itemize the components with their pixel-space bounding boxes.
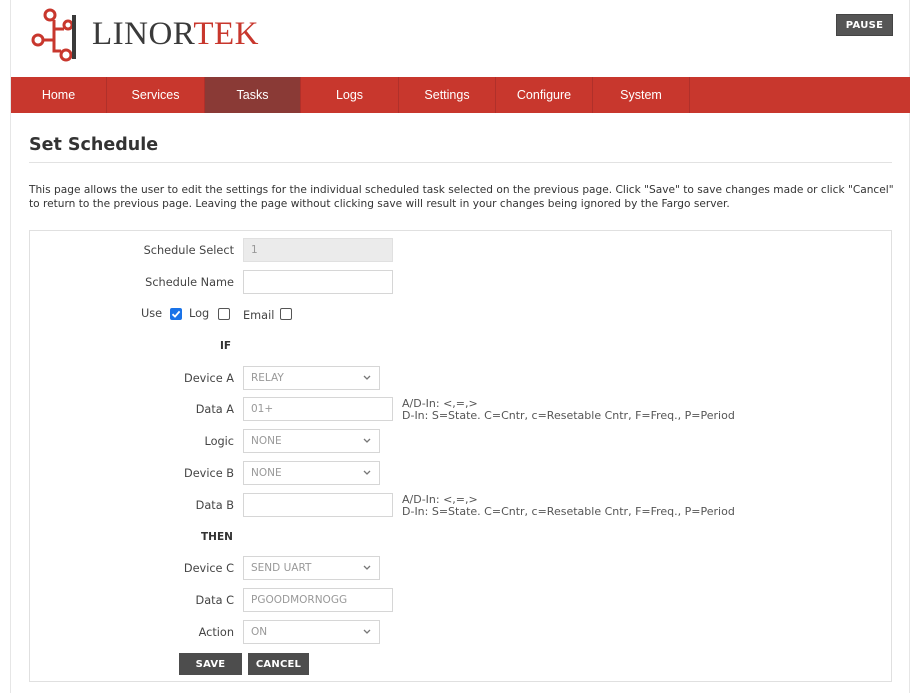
data-a-input[interactable]: 01+ — [243, 397, 393, 421]
brand-logo[interactable]: LINORTEK — [28, 5, 259, 63]
cancel-button[interactable]: CANCEL — [248, 653, 309, 675]
device-b-label: Device B — [184, 467, 234, 480]
data-a-label: Data A — [195, 403, 234, 416]
data-c-label: Data C — [195, 594, 234, 607]
data-b-label: Data B — [195, 499, 234, 512]
logic-select[interactable]: NONE — [243, 429, 380, 453]
log-label: Log — [189, 307, 210, 320]
check-icon — [171, 310, 181, 318]
schedule-select-label: Schedule Select — [143, 244, 234, 257]
chevron-down-icon — [363, 565, 371, 570]
nav-settings[interactable]: Settings — [399, 77, 496, 113]
device-a-value: RELAY — [251, 372, 284, 384]
action-value: ON — [251, 626, 268, 638]
nav-tasks[interactable]: Tasks — [205, 77, 301, 113]
action-select[interactable]: ON — [243, 620, 380, 644]
if-section-label: IF — [220, 340, 232, 352]
nav-logs[interactable]: Logs — [301, 77, 399, 113]
device-b-select[interactable]: NONE — [243, 461, 380, 485]
schedule-name-label: Schedule Name — [145, 276, 234, 289]
chevron-down-icon — [363, 375, 371, 380]
main-nav: Home Services Tasks Logs Settings Config… — [11, 77, 910, 113]
page-description: This page allows the user to edit the se… — [29, 184, 894, 210]
nav-system[interactable]: System — [593, 77, 690, 113]
brand-name-part2: TEK — [193, 15, 259, 52]
use-checkbox[interactable] — [170, 308, 182, 320]
brand-name: LINORTEK — [92, 15, 259, 52]
chevron-down-icon — [363, 629, 371, 634]
logic-label: Logic — [204, 435, 234, 448]
then-section-label: THEN — [201, 531, 233, 543]
email-label: Email — [243, 309, 275, 322]
page-title: Set Schedule — [29, 135, 159, 155]
device-b-value: NONE — [251, 467, 282, 479]
nav-configure[interactable]: Configure — [496, 77, 593, 113]
use-label: Use — [141, 307, 163, 320]
data-a-hint-d: D-In: S=State. C=Cntr, c=Resetable Cntr,… — [402, 409, 735, 422]
device-a-select[interactable]: RELAY — [243, 366, 380, 390]
device-c-value: SEND UART — [251, 562, 312, 574]
logic-value: NONE — [251, 435, 282, 447]
device-a-label: Device A — [184, 372, 234, 385]
data-c-input[interactable]: PGOODMORNOGG — [243, 588, 393, 612]
linortek-logo-icon — [31, 8, 76, 62]
data-b-hint-d: D-In: S=State. C=Cntr, c=Resetable Cntr,… — [402, 505, 735, 518]
save-button[interactable]: SAVE — [179, 653, 242, 675]
nav-services[interactable]: Services — [107, 77, 205, 113]
data-b-input[interactable] — [243, 493, 393, 517]
chevron-down-icon — [363, 470, 371, 475]
chevron-down-icon — [363, 438, 371, 443]
schedule-select-field: 1 — [243, 238, 393, 262]
email-checkbox[interactable] — [280, 308, 292, 320]
nav-home[interactable]: Home — [11, 77, 107, 113]
action-label: Action — [198, 626, 234, 639]
schedule-name-input[interactable] — [243, 270, 393, 294]
schedule-form — [29, 230, 892, 682]
device-c-select[interactable]: SEND UART — [243, 556, 380, 580]
device-c-label: Device C — [183, 562, 234, 575]
pause-button[interactable]: PAUSE — [836, 14, 893, 36]
brand-name-part1: LINOR — [92, 15, 194, 52]
log-checkbox[interactable] — [218, 308, 230, 320]
title-divider — [29, 162, 892, 163]
